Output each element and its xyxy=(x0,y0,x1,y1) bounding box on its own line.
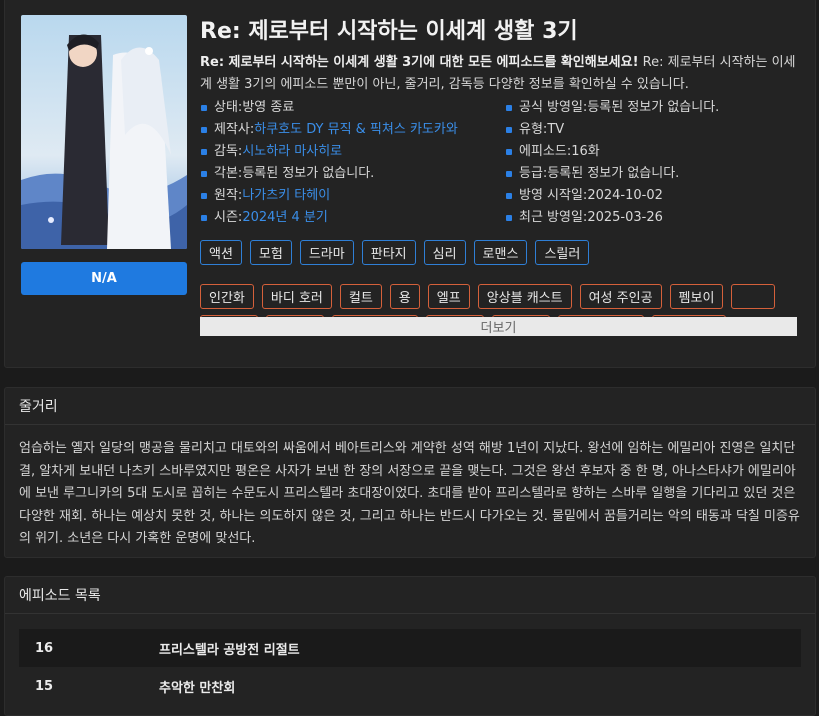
theme-tag[interactable]: 바디 호러 xyxy=(261,284,332,309)
bullet-icon xyxy=(201,149,207,155)
episode-title: 추악한 만찬회 xyxy=(159,680,236,696)
episode-number: 15 xyxy=(35,678,54,694)
theme-tag[interactable]: 엘프 xyxy=(427,284,470,309)
show-more-button[interactable]: 더보기 xyxy=(200,317,797,336)
synopsis-header: 줄거리 xyxy=(5,388,815,425)
genre-tag[interactable]: 스릴러 xyxy=(535,240,590,265)
na-button[interactable]: N/A xyxy=(21,262,187,295)
theme-tag[interactable]: 펨보이 xyxy=(669,284,724,309)
bullet-icon xyxy=(201,193,207,199)
episode-list-card: 에피소드 목록 16 프리스텔라 공방전 리절트 15 추악한 만찬회 xyxy=(4,576,816,716)
meta-studio: 제작사: 하쿠호도 DY 뮤직 & 픽쳐스 카도카와 xyxy=(200,119,500,141)
studio-link[interactable]: 하쿠호도 DY 뮤직 & 픽쳐스 카도카와 xyxy=(254,119,458,141)
bullet-icon xyxy=(506,171,512,177)
theme-tag[interactable]: 컬트 xyxy=(339,284,382,309)
anime-info-card: N/A Re: 제로부터 시작하는 이세계 생활 3기 Re: 제로부터 시작하… xyxy=(4,0,816,368)
bullet-icon xyxy=(201,127,207,133)
anime-poster xyxy=(21,15,187,249)
episode-row[interactable]: 16 프리스텔라 공방전 리절트 xyxy=(19,629,801,667)
synopsis-text: 엄습하는 옐자 일당의 맹공을 물리치고 대토와의 싸움에서 베아트리스와 계약… xyxy=(19,441,800,546)
bullet-icon xyxy=(506,193,512,199)
theme-tag[interactable]: 인간화 xyxy=(200,284,254,309)
bullet-icon xyxy=(506,127,512,133)
meta-left: 상태: 방영 종료 제작사: 하쿠호도 DY 뮤직 & 픽쳐스 카도카와 감독:… xyxy=(200,97,500,229)
description-bold: Re: 제로부터 시작하는 이세계 생활 3기에 대한 모든 에피소드를 확인해… xyxy=(200,55,639,70)
bullet-icon xyxy=(201,171,207,177)
genre-tag[interactable]: 로맨스 xyxy=(473,240,528,265)
theme-tag[interactable]: 용 xyxy=(389,284,420,309)
bullet-icon xyxy=(506,149,512,155)
page-title: Re: 제로부터 시작하는 이세계 생활 3기 xyxy=(200,19,578,44)
meta-official-air: 공식 방영일: 등록된 정보가 없습니다. xyxy=(505,97,805,119)
meta-right: 공식 방영일: 등록된 정보가 없습니다. 유형: TV 에피소드: 16화 등… xyxy=(505,97,805,229)
genre-tag[interactable]: 모험 xyxy=(249,240,292,265)
meta-latest-date: 최근 방영일: 2025-03-26 xyxy=(505,207,805,229)
meta-episodes: 에피소드: 16화 xyxy=(505,141,805,163)
meta-script: 각본: 등록된 정보가 없습니다. xyxy=(200,163,500,185)
theme-tag[interactable] xyxy=(731,284,776,309)
season-link[interactable]: 2024년 4 분기 xyxy=(242,207,328,229)
anime-description: Re: 제로부터 시작하는 이세계 생활 3기에 대한 모든 에피소드를 확인해… xyxy=(200,52,800,96)
episode-title: 프리스텔라 공방전 리절트 xyxy=(159,642,300,658)
genre-tag[interactable]: 드라마 xyxy=(299,240,354,265)
genre-tag[interactable]: 판타지 xyxy=(361,240,416,265)
episode-number: 16 xyxy=(35,640,54,656)
meta-season: 시즌: 2024년 4 분기 xyxy=(200,207,500,229)
genre-tag[interactable]: 심리 xyxy=(423,240,466,265)
episode-list: 16 프리스텔라 공방전 리절트 15 추악한 만찬회 xyxy=(5,614,815,705)
theme-tag[interactable]: 여성 주인공 xyxy=(579,284,662,309)
meta-start-date: 방영 시작일: 2024-10-02 xyxy=(505,185,805,207)
meta-rating: 등급: 등록된 정보가 없습니다. xyxy=(505,163,805,185)
episode-list-header: 에피소드 목록 xyxy=(5,577,815,614)
genre-tag[interactable]: 액션 xyxy=(200,240,242,265)
meta-original: 원작: 나가츠키 타헤이 xyxy=(200,185,500,207)
meta-type: 유형: TV xyxy=(505,119,805,141)
director-link[interactable]: 시노하라 마사히로 xyxy=(242,141,342,163)
episode-row[interactable]: 15 추악한 만찬회 xyxy=(19,667,801,705)
theme-tag[interactable]: 앙상블 캐스트 xyxy=(477,284,572,309)
bullet-icon xyxy=(506,215,512,221)
meta-director: 감독: 시노하라 마사히로 xyxy=(200,141,500,163)
original-author-link[interactable]: 나가츠키 타헤이 xyxy=(242,185,330,207)
meta-status: 상태: 방영 종료 xyxy=(200,97,500,119)
synopsis-card: 줄거리 엄습하는 옐자 일당의 맹공을 물리치고 대토와의 싸움에서 베아트리스… xyxy=(4,387,816,558)
bullet-icon xyxy=(506,105,512,111)
bullet-icon xyxy=(201,215,207,221)
bullet-icon xyxy=(201,105,207,111)
genre-tags: 액션 모험 드라마 판타지 심리 로맨스 스릴러 xyxy=(200,240,800,265)
